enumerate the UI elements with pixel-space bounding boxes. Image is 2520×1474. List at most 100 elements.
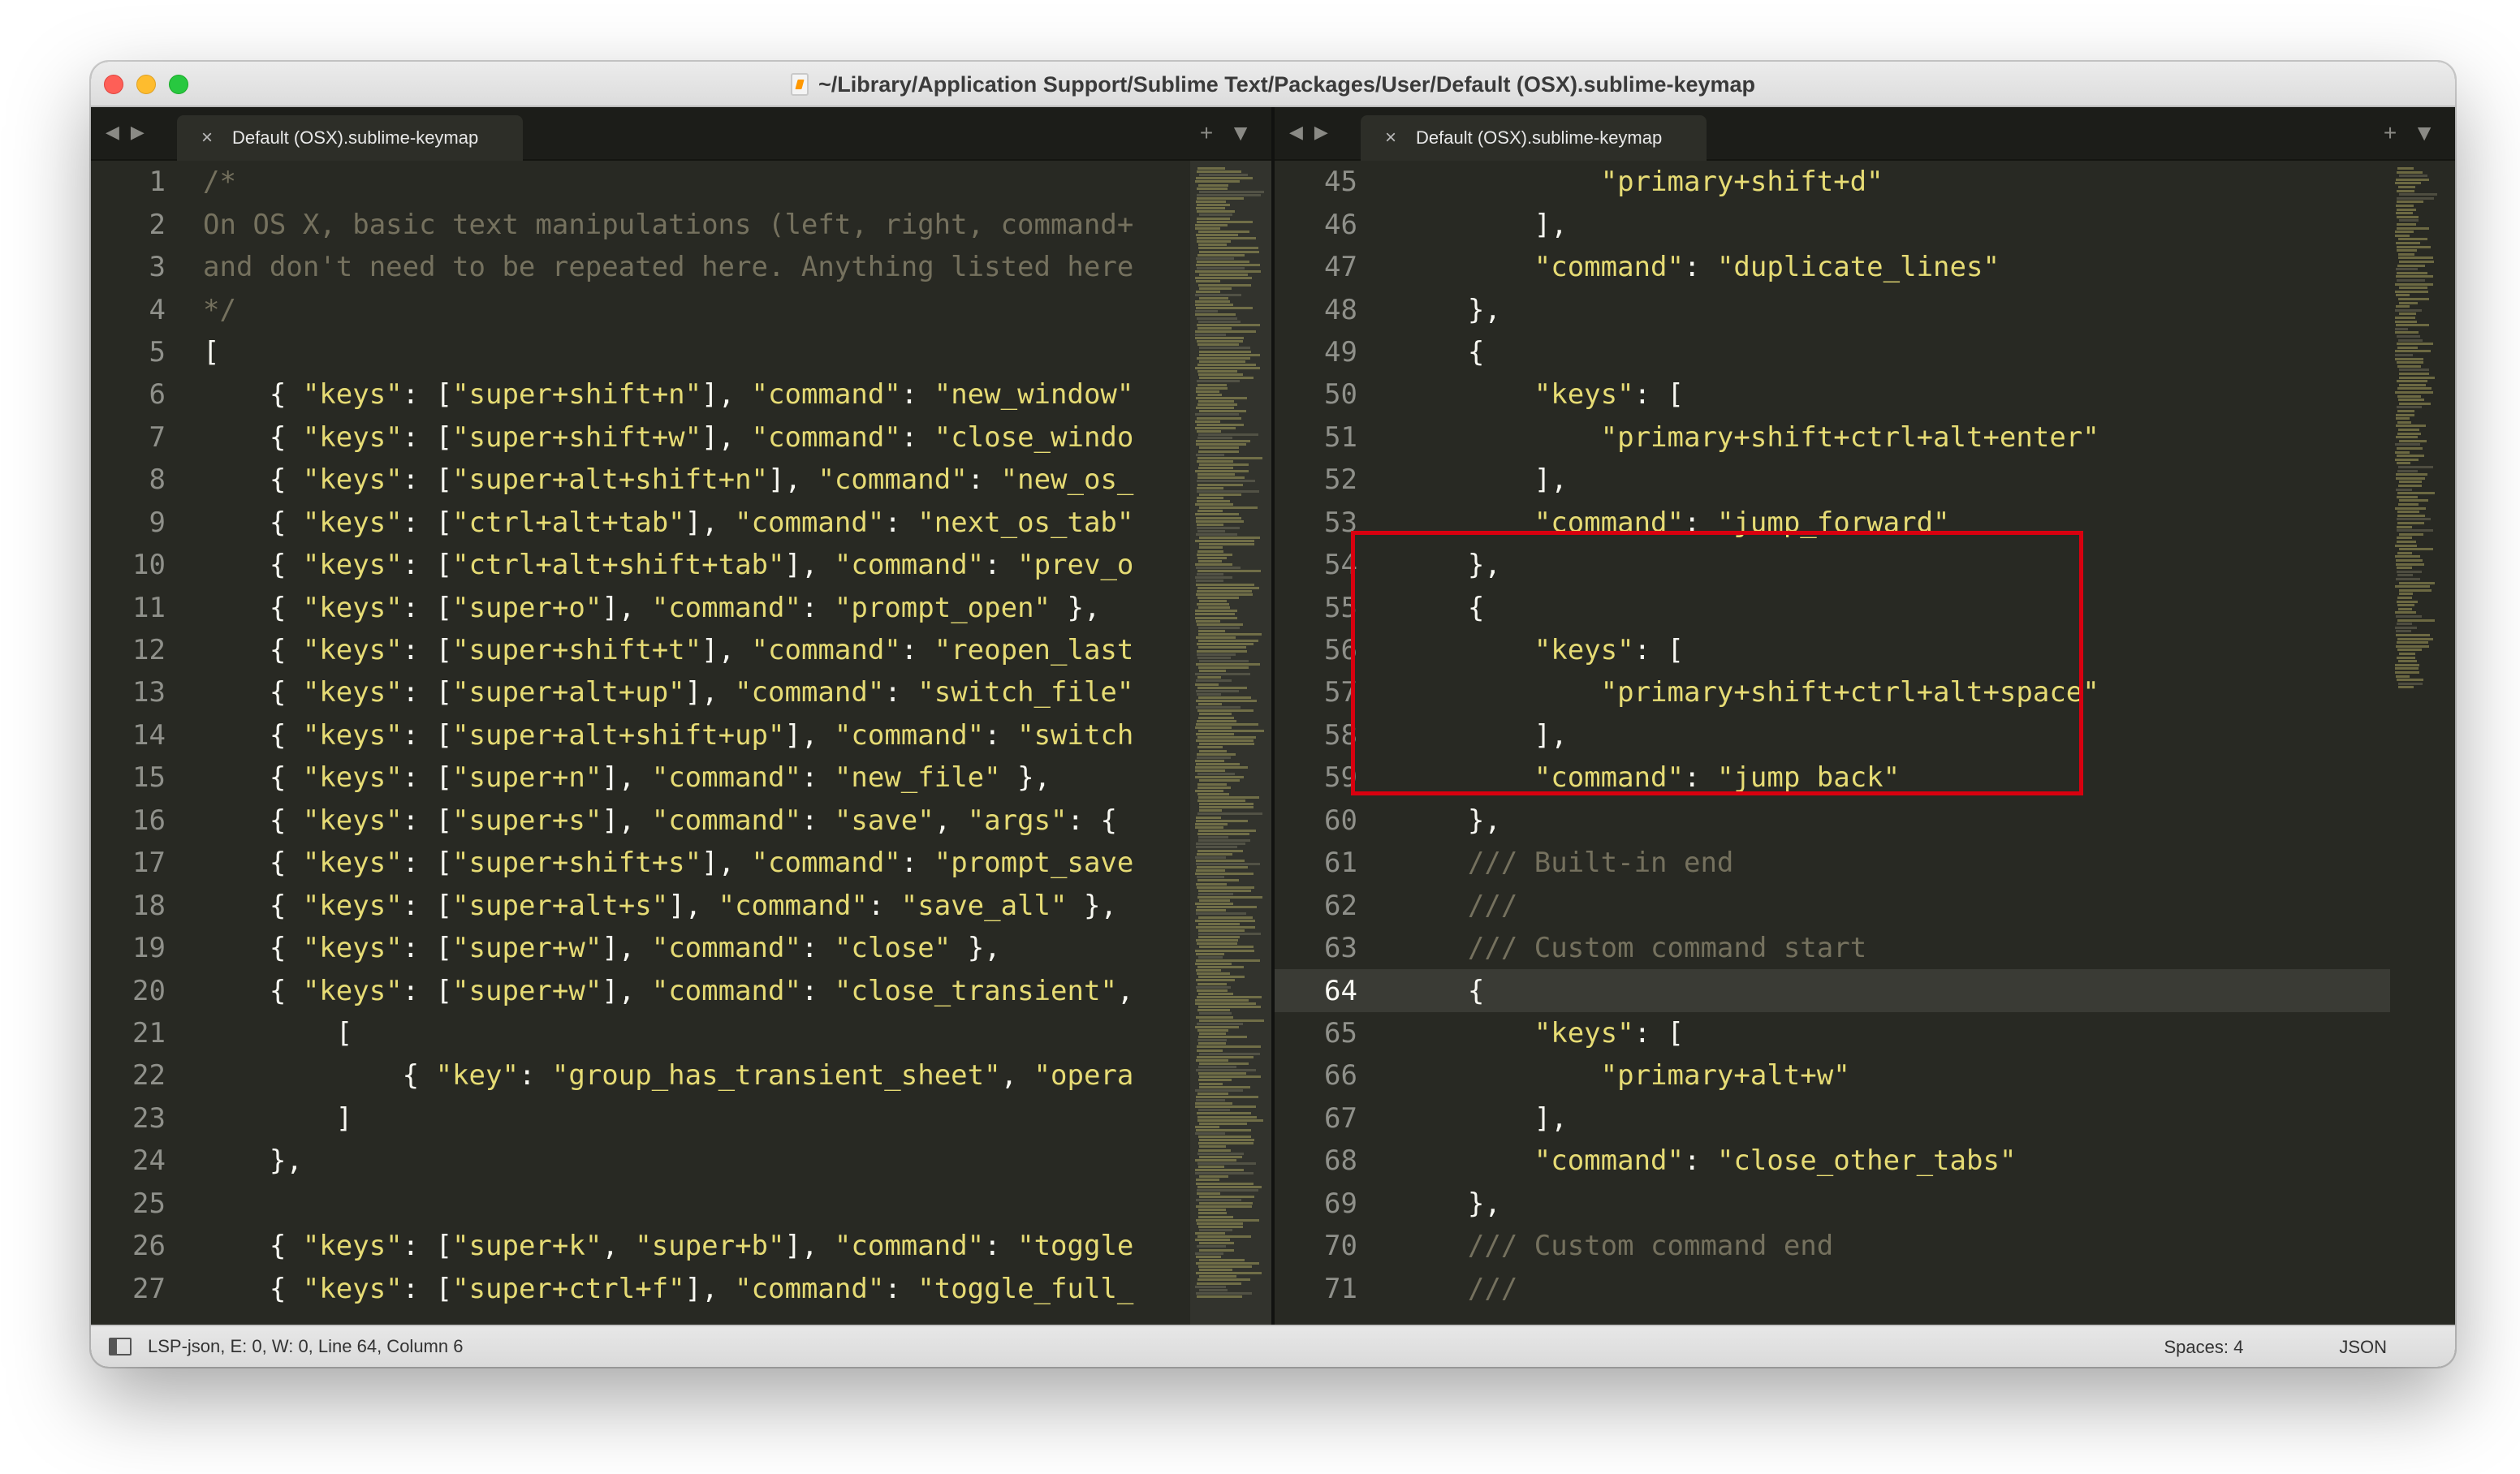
- right-tab[interactable]: × Default (OSX).sublime-keymap: [1361, 115, 1707, 161]
- minimap-line: [1196, 1272, 1262, 1275]
- nav-forward-icon[interactable]: ▶: [131, 122, 145, 143]
- code-line[interactable]: 58 ],: [1275, 714, 2455, 756]
- code-line[interactable]: 16 { "keys": ["super+s"], "command": "sa…: [91, 799, 1271, 842]
- code-line[interactable]: 59 "command": "jump_back": [1275, 756, 2455, 799]
- minimap-line: [1197, 746, 1223, 749]
- code-line[interactable]: 5[: [91, 331, 1271, 373]
- document-icon: [790, 73, 809, 96]
- code-line[interactable]: 57 "primary+shift+ctrl+alt+space": [1275, 671, 2455, 713]
- code-line[interactable]: 22 { "key": "group_has_transient_sheet",…: [91, 1054, 1271, 1097]
- tab-menu-icon[interactable]: ▼: [2413, 120, 2436, 146]
- code-line[interactable]: 56 "keys": [: [1275, 629, 2455, 671]
- right-minimap[interactable]: [2390, 161, 2455, 1325]
- code-line[interactable]: 71 ///: [1275, 1267, 2455, 1309]
- code-line[interactable]: 14 { "keys": ["super+alt+shift+up"], "co…: [91, 714, 1271, 756]
- code-line[interactable]: 13 { "keys": ["super+alt+up"], "command"…: [91, 671, 1271, 713]
- code-line[interactable]: 17 { "keys": ["super+shift+s"], "command…: [91, 842, 1271, 884]
- code-line[interactable]: 24 },: [91, 1140, 1271, 1182]
- sidebar-toggle-icon[interactable]: [109, 1338, 132, 1355]
- minimap-line: [1197, 972, 1230, 976]
- code-line[interactable]: 70 /// Custom command end: [1275, 1225, 2455, 1267]
- code-line[interactable]: 12 { "keys": ["super+shift+t"], "command…: [91, 629, 1271, 671]
- code-line[interactable]: 27 { "keys": ["super+ctrl+f"], "command"…: [91, 1267, 1271, 1309]
- code-line[interactable]: 8 { "keys": ["super+alt+shift+n"], "comm…: [91, 459, 1271, 501]
- code-line[interactable]: 10 { "keys": ["ctrl+alt+shift+tab"], "co…: [91, 544, 1271, 586]
- line-number: 24: [132, 1144, 166, 1178]
- code-token: "keys": [302, 676, 403, 709]
- code-line[interactable]: 54 },: [1275, 544, 2455, 586]
- line-text: ]: [166, 1102, 352, 1135]
- new-tab-icon[interactable]: +: [1200, 120, 1213, 146]
- status-syntax[interactable]: JSON: [2339, 1337, 2387, 1358]
- code-token: [: [203, 335, 220, 368]
- left-minimap[interactable]: [1190, 161, 1271, 1325]
- code-line[interactable]: 46 ],: [1275, 203, 2455, 245]
- line-number: 18: [132, 889, 166, 922]
- line-text: /// Custom command start: [1357, 932, 1866, 964]
- code-line[interactable]: 9 { "keys": ["ctrl+alt+tab"], "command":…: [91, 502, 1271, 544]
- close-tab-icon[interactable]: ×: [201, 127, 213, 149]
- code-line[interactable]: 47 "command": "duplicate_lines": [1275, 246, 2455, 288]
- code-line[interactable]: 62 ///: [1275, 884, 2455, 926]
- left-code-area[interactable]: 1 /* 2 On OS X, basic text manipulations (l…: [91, 161, 1271, 1310]
- code-line[interactable]: 63 /// Custom command start: [1275, 927, 2455, 969]
- code-line[interactable]: 15 { "keys": ["super+n"], "command": "ne…: [91, 756, 1271, 799]
- code-line[interactable]: 6 { "keys": ["super+shift+n"], "command"…: [91, 373, 1271, 416]
- code-line[interactable]: 51 "primary+shift+ctrl+alt+enter": [1275, 416, 2455, 459]
- minimap-line: [2397, 574, 2413, 577]
- code-line[interactable]: 45 "primary+shift+d": [1275, 161, 2455, 203]
- code-line[interactable]: 20 { "keys": ["super+w"], "command": "cl…: [91, 969, 1271, 1011]
- line-number: 45: [1324, 166, 1357, 199]
- minimap-line: [1197, 556, 1227, 559]
- line-text: ],: [1357, 719, 1568, 752]
- code-line[interactable]: 53 "command": "jump_forward": [1275, 502, 2455, 544]
- minimap-line: [1195, 420, 1220, 423]
- close-tab-icon[interactable]: ×: [1385, 127, 1396, 149]
- code-line[interactable]: 48 },: [1275, 288, 2455, 330]
- minimap-line: [1197, 429, 1221, 433]
- code-line[interactable]: 67 ],: [1275, 1097, 2455, 1140]
- tab-menu-icon[interactable]: ▼: [1229, 120, 1252, 146]
- minimap-line: [2395, 611, 2416, 614]
- code-line[interactable]: 7 { "keys": ["super+shift+w"], "command"…: [91, 416, 1271, 459]
- code-line[interactable]: 55 {: [1275, 586, 2455, 628]
- code-line[interactable]: 66 "primary+alt+w": [1275, 1054, 2455, 1097]
- minimap-line: [2395, 544, 2417, 547]
- minimap-line: [1195, 919, 1255, 922]
- code-line[interactable]: 25: [91, 1183, 1271, 1225]
- nav-forward-icon[interactable]: ▶: [1314, 122, 1328, 143]
- code-line[interactable]: 1 /*: [91, 161, 1271, 203]
- code-line[interactable]: 4 */: [91, 288, 1271, 330]
- right-editor-pane[interactable]: 45 "primary+shift+d" 46 ], 47 "command": "…: [1275, 161, 2455, 1325]
- minimap-line: [1195, 300, 1230, 303]
- code-line[interactable]: 26 { "keys": ["super+k", "super+b"], "co…: [91, 1225, 1271, 1267]
- status-spaces[interactable]: Spaces: 4: [2164, 1337, 2243, 1358]
- code-line[interactable]: 18 { "keys": ["super+alt+s"], "command":…: [91, 884, 1271, 926]
- code-line[interactable]: 60 },: [1275, 799, 2455, 842]
- code-token: "ctrl+alt+shift+tab": [452, 549, 785, 582]
- code-line[interactable]: 52 ],: [1275, 459, 2455, 501]
- new-tab-icon[interactable]: +: [2384, 120, 2397, 146]
- nav-back-icon[interactable]: ◀: [1289, 122, 1303, 143]
- code-line[interactable]: 61 /// Built-in end: [1275, 842, 2455, 884]
- code-token: "super+alt+s": [452, 889, 669, 922]
- code-line[interactable]: 69 },: [1275, 1183, 2455, 1225]
- minimap-line: [1199, 1269, 1232, 1272]
- right-code-area[interactable]: 45 "primary+shift+d" 46 ], 47 "command": "…: [1275, 161, 2455, 1310]
- code-line[interactable]: 65 "keys": [: [1275, 1012, 2455, 1054]
- code-line[interactable]: 21 [: [91, 1012, 1271, 1054]
- nav-back-icon[interactable]: ◀: [106, 122, 119, 143]
- code-line[interactable]: 19 { "keys": ["super+w"], "command": "cl…: [91, 927, 1271, 969]
- code-line[interactable]: 2 On OS X, basic text manipulations (left…: [91, 203, 1271, 245]
- code-line[interactable]: 50 "keys": [: [1275, 373, 2455, 416]
- code-line[interactable]: 23 ]: [91, 1097, 1271, 1140]
- code-token: {: [203, 549, 303, 582]
- code-token: : [: [402, 549, 453, 582]
- code-line[interactable]: 3 and don't need to be repeated here. Any…: [91, 246, 1271, 288]
- left-editor-pane[interactable]: 1 /* 2 On OS X, basic text manipulations (l…: [91, 161, 1271, 1325]
- code-line[interactable]: 68 "command": "close_other_tabs": [1275, 1140, 2455, 1182]
- code-line[interactable]: 64 {: [1275, 969, 2455, 1012]
- left-tab[interactable]: × Default (OSX).sublime-keymap: [177, 115, 523, 161]
- code-line[interactable]: 49 {: [1275, 331, 2455, 373]
- code-line[interactable]: 11 { "keys": ["super+o"], "command": "pr…: [91, 586, 1271, 628]
